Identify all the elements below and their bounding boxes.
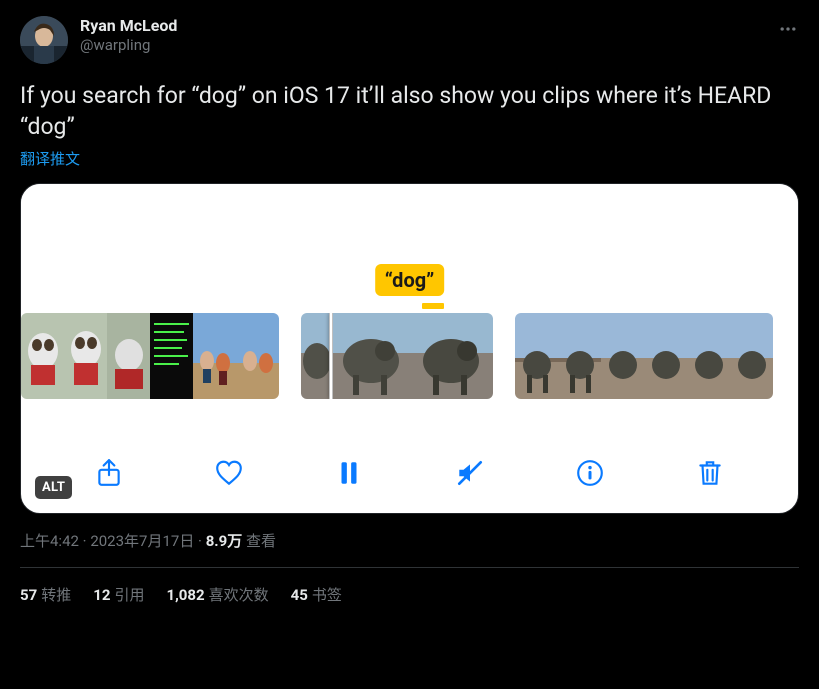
speaker-muted-icon xyxy=(455,458,485,488)
share-icon xyxy=(94,458,124,488)
info-button[interactable] xyxy=(570,453,610,493)
views-label: 查看 xyxy=(242,532,276,550)
user-block: Ryan McLeod @warpling xyxy=(80,16,177,55)
clip-thumbnail[interactable] xyxy=(21,313,279,399)
like-button[interactable] xyxy=(209,453,249,493)
retweets-stat[interactable]: 57转推 xyxy=(20,584,71,605)
heart-icon xyxy=(214,458,244,488)
clip-thumbnail-active[interactable] xyxy=(301,313,493,399)
media-controls xyxy=(21,453,798,493)
video-timeline-strip[interactable] xyxy=(21,310,798,402)
media-preview-area: “dog” xyxy=(21,184,798,300)
pause-button[interactable] xyxy=(329,453,369,493)
display-name[interactable]: Ryan McLeod xyxy=(80,16,177,36)
more-icon xyxy=(778,19,798,39)
quotes-stat[interactable]: 12引用 xyxy=(93,584,144,605)
views-count[interactable]: 8.9万 xyxy=(206,532,243,550)
delete-button[interactable] xyxy=(690,453,730,493)
clip-thumbnail[interactable] xyxy=(515,313,773,399)
tweet-text: If you search for “dog” on iOS 17 it’ll … xyxy=(20,80,799,142)
avatar[interactable] xyxy=(20,16,68,64)
tweet-date[interactable]: 2023年7月17日 xyxy=(90,532,194,550)
mute-button[interactable] xyxy=(450,453,490,493)
tweet-stats: 57转推 12引用 1,082喜欢次数 45书签 xyxy=(20,568,799,605)
tweet-meta: 上午4:42 · 2023年7月17日 · 8.9万 查看 xyxy=(20,530,799,551)
tweet-time[interactable]: 上午4:42 xyxy=(20,532,79,550)
more-button[interactable] xyxy=(771,12,805,46)
tweet-container: Ryan McLeod @warpling If you search for … xyxy=(0,0,819,605)
alt-badge[interactable]: ALT xyxy=(35,476,72,499)
translate-link[interactable]: 翻译推文 xyxy=(20,148,80,169)
caption-indicator xyxy=(422,303,444,309)
tweet-media[interactable]: “dog” xyxy=(20,183,799,514)
user-handle[interactable]: @warpling xyxy=(80,36,177,55)
bookmarks-stat[interactable]: 45书签 xyxy=(291,584,342,605)
likes-stat[interactable]: 1,082喜欢次数 xyxy=(166,584,268,605)
trash-icon xyxy=(695,458,725,488)
tweet-header: Ryan McLeod @warpling xyxy=(20,16,799,64)
caption-chip: “dog” xyxy=(375,264,445,296)
info-icon xyxy=(575,458,605,488)
share-button[interactable] xyxy=(89,453,129,493)
pause-icon xyxy=(334,458,364,488)
